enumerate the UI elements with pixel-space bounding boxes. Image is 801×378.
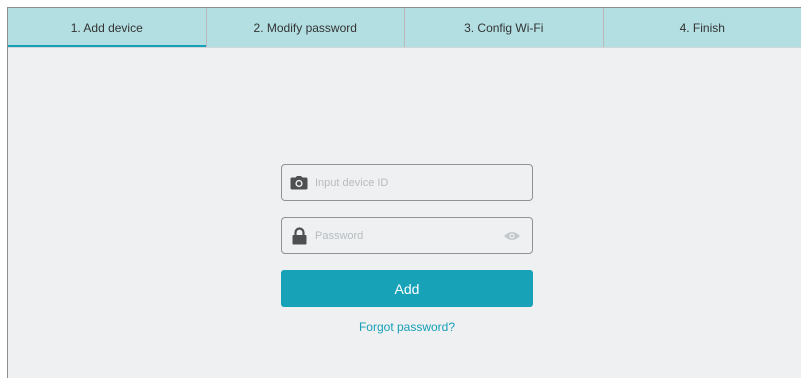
tab-label: 1. Add device: [70, 20, 143, 35]
password-input[interactable]: [308, 225, 502, 246]
tab-modify-password[interactable]: 2. Modify password: [207, 8, 405, 47]
tab-label: 2. Modify password: [253, 20, 357, 35]
tab-config-wifi[interactable]: 3. Config Wi-Fi: [405, 8, 604, 47]
device-id-field[interactable]: [281, 164, 533, 201]
lock-icon: [290, 226, 308, 245]
tab-label: 4. Finish: [679, 20, 725, 35]
eye-icon[interactable]: [502, 229, 522, 243]
camera-icon: [290, 174, 308, 192]
tab-add-device[interactable]: 1. Add device: [8, 8, 207, 48]
add-button[interactable]: Add: [281, 270, 533, 307]
password-field[interactable]: [281, 217, 533, 254]
tab-divider: [8, 47, 801, 48]
forgot-password-link[interactable]: Forgot password?: [281, 320, 533, 334]
step-tabs: 1. Add device 2. Modify password 3. Conf…: [8, 8, 801, 48]
add-device-panel: 1. Add device 2. Modify password 3. Conf…: [7, 7, 801, 378]
tab-label: 3. Config Wi-Fi: [464, 20, 544, 35]
tab-finish[interactable]: 4. Finish: [604, 8, 801, 47]
device-id-input[interactable]: [308, 172, 532, 193]
